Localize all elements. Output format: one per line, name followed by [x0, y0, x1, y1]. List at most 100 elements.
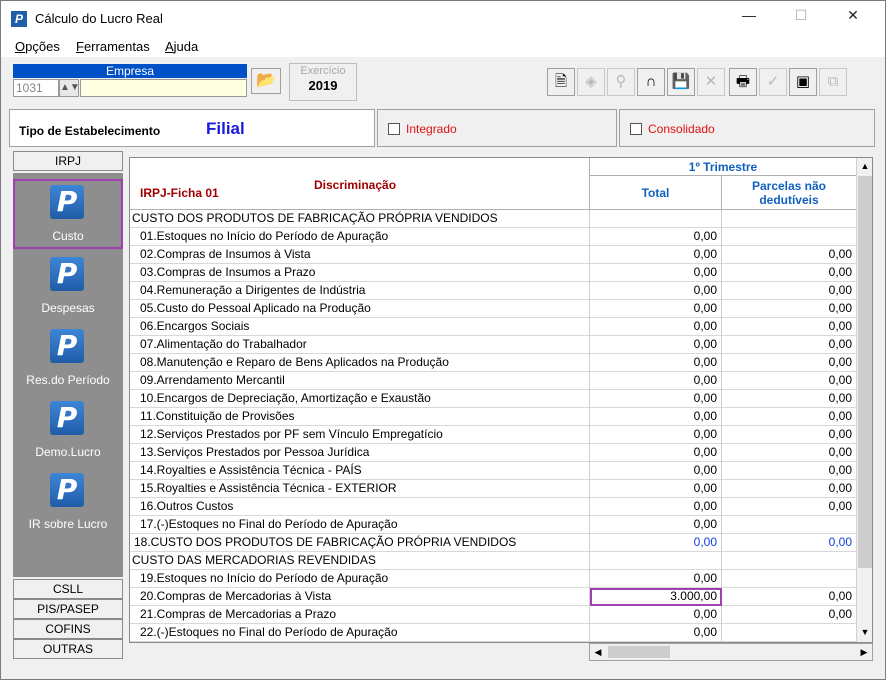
table-row[interactable]: 01.Estoques no Início do Período de Apur… [130, 228, 856, 246]
parcelas-cell[interactable] [722, 624, 856, 642]
total-cell[interactable] [590, 210, 722, 228]
table-row[interactable]: 03.Compras de Insumos a Prazo 0,00 0,00 [130, 264, 856, 282]
parcelas-cell[interactable]: 0,00 [722, 246, 856, 264]
copy-button[interactable]: ▣ [789, 68, 817, 96]
parcelas-cell[interactable]: 0,00 [722, 372, 856, 390]
total-cell[interactable]: 0,00 [590, 426, 722, 444]
table-row[interactable]: CUSTO DAS MERCADORIAS REVENDIDAS [130, 552, 856, 570]
parcelas-cell[interactable] [722, 516, 856, 534]
document-button[interactable]: 🗎 [547, 68, 575, 96]
menu-ajuda[interactable]: Ajuda [165, 39, 198, 54]
search-user-button[interactable]: ⚲ [607, 68, 635, 96]
total-cell[interactable]: 0,00 [590, 606, 722, 624]
maximize-button[interactable]: ☐ [787, 7, 815, 29]
empresa-spinner[interactable]: ▲▼ [59, 79, 80, 97]
parcelas-cell[interactable] [722, 570, 856, 588]
parcelas-cell[interactable]: 0,00 [722, 480, 856, 498]
parcelas-cell[interactable] [722, 210, 856, 228]
table-row[interactable]: 15.Royalties e Assistência Técnica - EXT… [130, 480, 856, 498]
total-cell[interactable]: 0,00 [590, 516, 722, 534]
menu-opcoes[interactable]: Opções [15, 39, 60, 54]
total-cell[interactable]: 0,00 [590, 462, 722, 480]
table-row[interactable]: 10.Encargos de Depreciação, Amortização … [130, 390, 856, 408]
integrado-check[interactable] [388, 123, 400, 135]
scroll-left-icon[interactable]: ◀ [590, 644, 606, 660]
delete-button[interactable]: ✕ [697, 68, 725, 96]
parcelas-cell[interactable]: 0,00 [722, 390, 856, 408]
parcelas-cell[interactable]: 0,00 [722, 534, 856, 552]
table-row[interactable]: 11.Constituição de Provisões 0,00 0,00 [130, 408, 856, 426]
table-row[interactable]: 08.Manutenção e Reparo de Bens Aplicados… [130, 354, 856, 372]
total-cell[interactable]: 0,00 [590, 570, 722, 588]
total-cell[interactable]: 3.000,00 [590, 588, 722, 606]
tab-cofins[interactable]: COFINS [13, 619, 123, 639]
table-row[interactable]: 04.Remuneração a Dirigentes de Indústria… [130, 282, 856, 300]
table-row[interactable]: 20.Compras de Mercadorias à Vista 3.000,0… [130, 588, 856, 606]
sidebar-item-demo-lucro[interactable]: P Demo.Lucro [13, 395, 123, 465]
parcelas-cell[interactable]: 0,00 [722, 498, 856, 516]
horizontal-scroll-thumb[interactable] [608, 646, 670, 658]
table-row[interactable]: 05.Custo do Pessoal Aplicado na Produção… [130, 300, 856, 318]
table-row[interactable]: 18.CUSTO DOS PRODUTOS DE FABRICAÇÃO PRÓP… [130, 534, 856, 552]
scroll-right-icon[interactable]: ▶ [856, 644, 872, 660]
total-cell[interactable]: 0,00 [590, 336, 722, 354]
minimize-button[interactable]: — [735, 7, 763, 29]
scroll-up-icon[interactable]: ▲ [857, 158, 872, 174]
print-button[interactable]: 🖶 [729, 68, 757, 96]
consolidado-checkbox[interactable]: Consolidado [619, 109, 875, 147]
tab-csll[interactable]: CSLL [13, 579, 123, 599]
total-cell[interactable]: 0,00 [590, 390, 722, 408]
table-row[interactable]: 13.Serviços Prestados por Pessoa Jurídic… [130, 444, 856, 462]
export-button[interactable]: ⧉ [819, 68, 847, 96]
total-cell[interactable]: 0,00 [590, 498, 722, 516]
parcelas-cell[interactable]: 0,00 [722, 588, 856, 606]
integrado-checkbox[interactable]: Integrado [377, 109, 617, 147]
consolidado-check[interactable] [630, 123, 642, 135]
total-cell[interactable]: 0,00 [590, 444, 722, 462]
table-row[interactable]: 06.Encargos Sociais 0,00 0,00 [130, 318, 856, 336]
vertical-scrollbar[interactable]: ▲ ▼ [856, 158, 872, 642]
parcelas-cell[interactable]: 0,00 [722, 318, 856, 336]
table-row[interactable]: 22.(-)Estoques no Final do Período de Ap… [130, 624, 856, 642]
tab-irpj[interactable]: IRPJ [13, 151, 123, 171]
tab-pis-pasep[interactable]: PIS/PASEP [13, 599, 123, 619]
total-cell[interactable]: 0,00 [590, 282, 722, 300]
parcelas-cell[interactable]: 0,00 [722, 408, 856, 426]
table-row[interactable]: 07.Alimentação do Trabalhador 0,00 0,00 [130, 336, 856, 354]
parcelas-cell[interactable]: 0,00 [722, 606, 856, 624]
parcelas-cell[interactable]: 0,00 [722, 444, 856, 462]
sidebar-item-despesas[interactable]: P Despesas [13, 251, 123, 321]
table-row[interactable]: CUSTO DOS PRODUTOS DE FABRICAÇÃO PRÓPRIA… [130, 210, 856, 228]
parcelas-cell[interactable]: 0,00 [722, 282, 856, 300]
total-cell[interactable]: 0,00 [590, 480, 722, 498]
total-cell[interactable]: 0,00 [590, 264, 722, 282]
table-row[interactable]: 12.Serviços Prestados por PF sem Vínculo… [130, 426, 856, 444]
scroll-down-icon[interactable]: ▼ [857, 624, 872, 640]
empresa-name-field[interactable] [80, 79, 247, 97]
table-row[interactable]: 09.Arrendamento Mercantil 0,00 0,00 [130, 372, 856, 390]
total-cell[interactable]: 0,00 [590, 246, 722, 264]
table-row[interactable]: 17.(-)Estoques no Final do Período de Ap… [130, 516, 856, 534]
parcelas-cell[interactable]: 0,00 [722, 336, 856, 354]
headphones-button[interactable]: ∩ [637, 68, 665, 96]
parcelas-cell[interactable] [722, 552, 856, 570]
total-cell[interactable]: 0,00 [590, 372, 722, 390]
horizontal-scrollbar[interactable]: ◀ ▶ [589, 643, 873, 661]
open-folder-button[interactable]: 📂 [251, 68, 281, 94]
parcelas-cell[interactable]: 0,00 [722, 354, 856, 372]
total-cell[interactable]: 0,00 [590, 624, 722, 642]
total-cell[interactable]: 0,00 [590, 534, 722, 552]
vertical-scroll-thumb[interactable] [858, 176, 872, 568]
table-row[interactable]: 21.Compras de Mercadorias a Prazo 0,00 0,0… [130, 606, 856, 624]
table-row[interactable]: 02.Compras de Insumos à Vista 0,00 0,00 [130, 246, 856, 264]
parcelas-cell[interactable]: 0,00 [722, 264, 856, 282]
total-cell[interactable] [590, 552, 722, 570]
parcelas-cell[interactable]: 0,00 [722, 300, 856, 318]
total-cell[interactable]: 0,00 [590, 318, 722, 336]
menu-ferramentas[interactable]: Ferramentas [76, 39, 150, 54]
diamond-button[interactable]: ◈ [577, 68, 605, 96]
tab-outras[interactable]: OUTRAS [13, 639, 123, 659]
total-cell[interactable]: 0,00 [590, 408, 722, 426]
check-button[interactable]: ✓ [759, 68, 787, 96]
empresa-code-field[interactable]: 1031 [13, 79, 59, 97]
